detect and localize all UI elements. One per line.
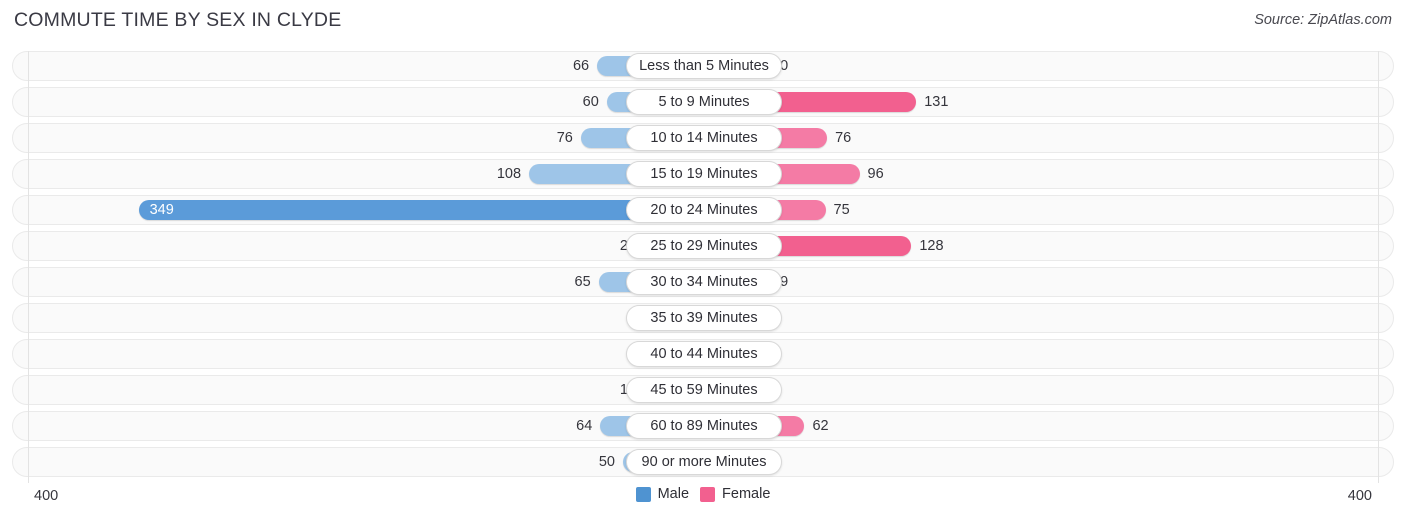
category-label-text: Less than 5 Minutes	[639, 58, 769, 74]
row-content: 652930 to 34 Minutes	[13, 268, 1395, 296]
value-label-female: 76	[835, 130, 852, 146]
category-label: 25 to 29 Minutes	[626, 233, 782, 259]
legend-item[interactable]: Male	[635, 486, 690, 502]
category-label: 15 to 19 Minutes	[626, 161, 782, 187]
value-label-male: 50	[598, 454, 615, 470]
row-content: 76 76 10 to 14 Minutes	[13, 124, 1395, 152]
chart-legend: Male Female	[12, 486, 1394, 502]
table-row: 0040 to 44 Minutes	[12, 339, 1394, 369]
category-label: 30 to 34 Minutes	[626, 269, 782, 295]
legend-label: Male	[657, 486, 690, 502]
category-label-text: 35 to 39 Minutes	[650, 310, 758, 326]
category-label-text: 5 to 9 Minutes	[658, 94, 750, 110]
legend-swatch	[635, 486, 651, 502]
category-label-text: 15 to 19 Minutes	[650, 166, 758, 182]
category-label-text: 60 to 89 Minutes	[650, 418, 758, 434]
value-label-female: 96	[867, 166, 884, 182]
row-content: 6620Less than 5 Minutes	[13, 52, 1395, 80]
category-label: 10 to 14 Minutes	[626, 125, 782, 151]
category-label: 45 to 59 Minutes	[626, 377, 782, 403]
legend-label: Female	[722, 486, 771, 502]
category-label-text: 30 to 34 Minutes	[650, 274, 758, 290]
category-label-text: 25 to 29 Minutes	[650, 238, 758, 254]
table-row: 0035 to 39 Minutes	[12, 303, 1394, 333]
table-row: 60 131 5 to 9 Minutes	[12, 87, 1394, 117]
chart-footer: 400 400 Male Female	[12, 484, 1394, 514]
row-content: 0035 to 39 Minutes	[13, 304, 1395, 332]
value-label-male: 64	[576, 418, 593, 434]
table-row: 108 96 15 to 19 Minutes	[12, 159, 1394, 189]
category-label: Less than 5 Minutes	[626, 53, 782, 79]
value-label-male: 66	[572, 58, 590, 74]
value-label-male: 65	[574, 274, 591, 290]
row-content: 64 62 60 to 89 Minutes	[13, 412, 1395, 440]
category-label: 35 to 39 Minutes	[626, 305, 782, 331]
row-content: 50590 or more Minutes	[13, 448, 1395, 476]
legend-item[interactable]: Female	[700, 486, 770, 502]
table-row: 76 76 10 to 14 Minutes	[12, 123, 1394, 153]
value-label-male: 60	[582, 94, 599, 110]
table-row: 652930 to 34 Minutes	[12, 267, 1394, 297]
bar-male[interactable]	[138, 200, 704, 220]
row-content: 349 75 20 to 24 Minutes	[13, 196, 1395, 224]
value-label-female: 128	[919, 238, 944, 254]
category-label-text: 90 or more Minutes	[641, 454, 767, 470]
row-content: 60 131 5 to 9 Minutes	[13, 88, 1395, 116]
value-label-female: 62	[812, 418, 829, 434]
value-label-male: 108	[496, 166, 522, 182]
value-label-male: 349	[149, 202, 174, 218]
category-label: 20 to 24 Minutes	[626, 197, 782, 223]
table-row: 16045 to 59 Minutes	[12, 375, 1394, 405]
row-content: 108 96 15 to 19 Minutes	[13, 160, 1395, 188]
page-title: COMMUTE TIME BY SEX IN CLYDE	[14, 9, 342, 31]
table-row: 6620Less than 5 Minutes	[12, 51, 1394, 81]
category-label: 60 to 89 Minutes	[626, 413, 782, 439]
legend-swatch	[700, 486, 716, 502]
category-label-text: 45 to 59 Minutes	[650, 382, 758, 398]
table-row: 349 75 20 to 24 Minutes	[12, 195, 1394, 225]
category-label-text: 40 to 44 Minutes	[650, 346, 758, 362]
category-label: 5 to 9 Minutes	[626, 89, 782, 115]
table-row: 64 62 60 to 89 Minutes	[12, 411, 1394, 441]
plot-area: 6620Less than 5 Minutes 60 131 5 to 9 Minut…	[12, 51, 1394, 483]
row-content: 2512825 to 29 Minutes	[13, 232, 1395, 260]
category-label-text: 10 to 14 Minutes	[650, 130, 758, 146]
value-label-male: 76	[556, 130, 573, 146]
category-label: 40 to 44 Minutes	[626, 341, 782, 367]
category-label-text: 20 to 24 Minutes	[650, 202, 758, 218]
commute-time-chart: COMMUTE TIME BY SEX IN CLYDE Source: Zip…	[0, 0, 1406, 523]
category-label: 90 or more Minutes	[626, 449, 782, 475]
row-content: 0040 to 44 Minutes	[13, 340, 1395, 368]
table-row: 50590 or more Minutes	[12, 447, 1394, 477]
row-content: 16045 to 59 Minutes	[13, 376, 1395, 404]
source-attribution: Source: ZipAtlas.com	[1254, 12, 1392, 28]
value-label-female: 75	[833, 202, 850, 218]
value-label-female: 131	[924, 94, 949, 110]
table-row: 2512825 to 29 Minutes	[12, 231, 1394, 261]
chart-header: COMMUTE TIME BY SEX IN CLYDE Source: Zip…	[0, 0, 1406, 44]
